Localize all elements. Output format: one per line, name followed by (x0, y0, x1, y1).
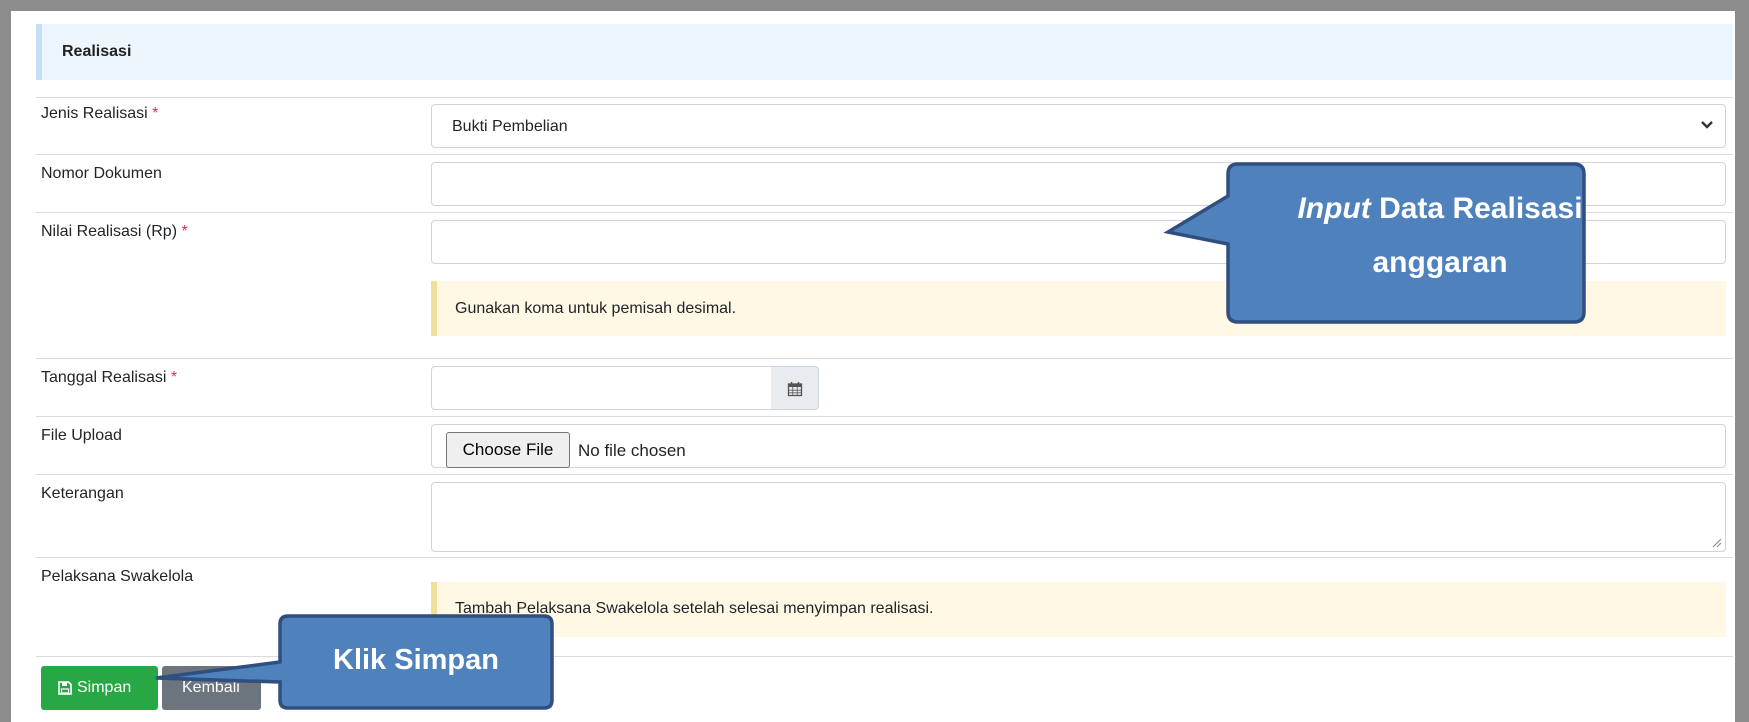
panel-title: Realisasi (62, 43, 132, 60)
input-callout-text: Input Data Realisasi anggaran (1228, 182, 1652, 290)
floppy-disk-icon (58, 681, 72, 695)
input-callout-italic: Input (1297, 192, 1371, 225)
choose-file-button[interactable]: Choose File (446, 432, 570, 468)
keterangan-label: Keterangan (41, 485, 124, 502)
jenis-realisasi-label: Jenis Realisasi * (41, 105, 159, 122)
row-divider (36, 154, 1733, 155)
panel-header: Realisasi (36, 24, 1733, 80)
decimal-hint-text: Gunakan koma untuk pemisah desimal. (455, 300, 737, 317)
tanggal-realisasi-input[interactable] (431, 366, 772, 410)
pelaksana-info-alert: Tambah Pelaksana Swakelola setelah seles… (431, 582, 1726, 637)
pelaksana-swakelola-label: Pelaksana Swakelola (41, 568, 194, 585)
chevron-down-icon (1701, 121, 1713, 129)
row-divider (36, 474, 1733, 475)
tanggal-realisasi-label: Tanggal Realisasi * (41, 369, 178, 386)
nomor-dokumen-label: Nomor Dokumen (41, 165, 162, 182)
calendar-button[interactable] (771, 366, 819, 410)
save-callout-text: Klik Simpan (333, 644, 499, 676)
save-button[interactable]: Simpan (41, 666, 158, 710)
save-button-label: Simpan (77, 679, 132, 696)
file-upload-label: File Upload (41, 427, 122, 444)
jenis-realisasi-value: Bukti Pembelian (452, 118, 568, 135)
row-divider (36, 557, 1733, 558)
jenis-realisasi-select[interactable]: Bukti Pembelian (431, 104, 1726, 148)
keterangan-textarea[interactable] (431, 482, 1726, 552)
input-callout-rest: Data Realisasi (1370, 192, 1583, 225)
row-divider (36, 358, 1733, 359)
file-status-text: No file chosen (578, 441, 686, 460)
row-divider (36, 416, 1733, 417)
required-mark: * (152, 105, 159, 122)
nilai-realisasi-label: Nilai Realisasi (Rp) * (41, 223, 188, 240)
calendar-icon (787, 382, 803, 397)
input-callout-line2: anggaran (1372, 246, 1508, 279)
resize-handle-icon[interactable] (1710, 536, 1722, 548)
required-mark: * (170, 369, 178, 386)
required-mark: * (181, 223, 188, 240)
row-divider (36, 97, 1733, 98)
